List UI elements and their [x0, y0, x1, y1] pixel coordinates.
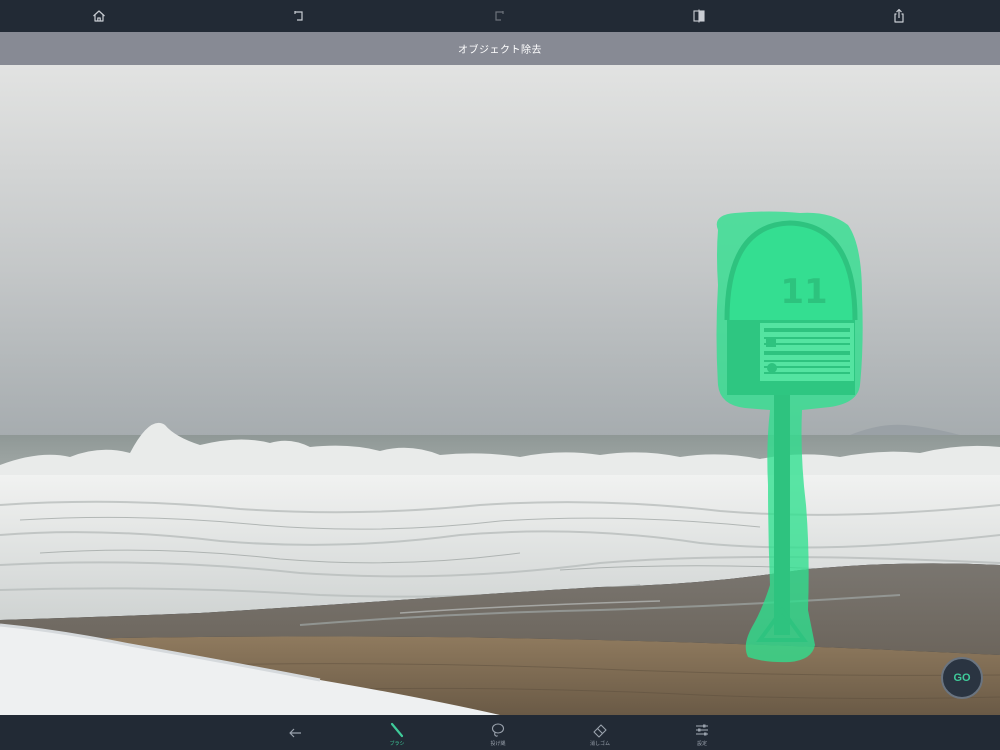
- compare-button[interactable]: [679, 0, 719, 32]
- eraser-tool-button[interactable]: 消しゴム: [575, 715, 625, 750]
- title-bar: オブジェクト除去: [0, 32, 1000, 65]
- go-button[interactable]: GO: [941, 657, 983, 699]
- app-window: オブジェクト除去 GO ブラシ 投げ縄 消しゴム 設定: [0, 0, 1000, 750]
- lasso-icon: [491, 723, 505, 737]
- settings-button[interactable]: 設定: [677, 715, 727, 750]
- lasso-tool-button[interactable]: 投げ縄: [473, 715, 523, 750]
- home-icon: [93, 10, 105, 22]
- compare-icon: [693, 9, 705, 23]
- back-button[interactable]: [270, 715, 320, 750]
- share-icon: [894, 8, 904, 23]
- undo-icon: [294, 11, 303, 21]
- top-toolbar: [0, 0, 1000, 32]
- lasso-tool-label: 投げ縄: [490, 741, 506, 747]
- brush-icon: [390, 722, 404, 738]
- redo-icon: [495, 11, 504, 21]
- redo-button[interactable]: [479, 0, 519, 32]
- beach-photo: 11: [0, 65, 1000, 715]
- share-button[interactable]: [879, 0, 919, 32]
- brush-tool-button[interactable]: ブラシ: [372, 715, 422, 750]
- go-button-label: GO: [953, 672, 971, 684]
- settings-label: 設定: [696, 741, 707, 747]
- photo-canvas[interactable]: 11: [0, 65, 1000, 715]
- settings-sliders-icon: [696, 724, 708, 736]
- bottom-toolbar: ブラシ 投げ縄 消しゴム 設定: [0, 715, 1000, 750]
- eraser-icon: [593, 724, 607, 738]
- page-title: オブジェクト除去: [458, 45, 542, 56]
- eraser-tool-label: 消しゴム: [589, 741, 610, 747]
- home-button[interactable]: [79, 0, 119, 32]
- brush-tool-label: ブラシ: [389, 741, 405, 747]
- back-arrow-icon: [289, 728, 301, 738]
- undo-button[interactable]: [279, 0, 319, 32]
